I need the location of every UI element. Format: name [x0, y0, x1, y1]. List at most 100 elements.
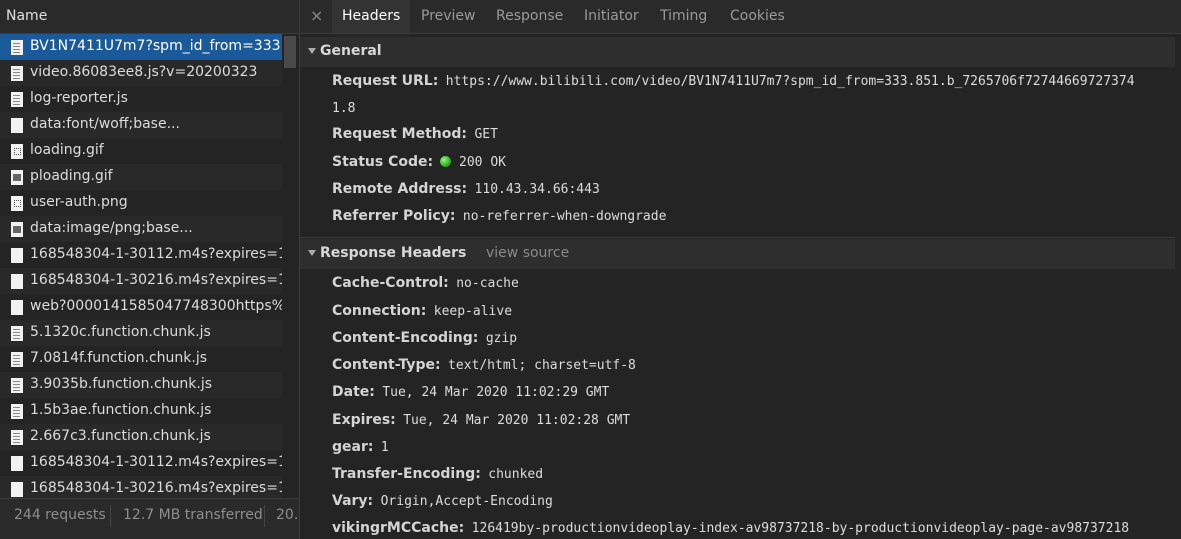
request-name: 168548304-1-30112.m4s?expires=15... [30, 454, 282, 470]
request-name: log-reporter.js [30, 90, 128, 106]
request-name: user-auth.png [30, 194, 128, 210]
remote-address-row: Remote Address: 110.43.34.66:443 [332, 181, 600, 197]
request-row[interactable]: data:font/woff;base... [0, 112, 282, 138]
header-value: 110.43.34.66:443 [474, 182, 600, 197]
status-code-row: Status Code: 200 OK [332, 154, 506, 170]
header-key: vikingrMCCache: [332, 520, 465, 536]
header-key: Transfer-Encoding: [332, 466, 481, 482]
header-key: Connection: [332, 303, 427, 319]
name-column-header[interactable]: Name [0, 0, 299, 34]
request-list-panel: Name BV1N7411U7m7?spm_id_from=333.8... v… [0, 0, 300, 539]
header-value: Origin,Accept-Encoding [380, 494, 553, 509]
document-icon [11, 40, 23, 55]
request-name: ploading.gif [30, 168, 113, 184]
header-value: text/html; charset=utf-8 [448, 358, 636, 373]
resources-size-truncated: 20. [276, 507, 299, 523]
tab-headers[interactable]: Headers [332, 0, 411, 33]
general-section-title: General [320, 43, 382, 59]
request-row[interactable]: 3.9035b.function.chunk.js [0, 372, 282, 398]
request-row[interactable]: 7.0814f.function.chunk.js [0, 346, 282, 372]
triangle-down-icon [308, 250, 316, 256]
file-icon [11, 274, 23, 289]
header-value: gzip [485, 331, 518, 346]
tab-initiator[interactable]: Initiator [574, 0, 649, 33]
section-divider [300, 237, 1175, 238]
tab-cookies[interactable]: Cookies [720, 0, 795, 33]
request-name: 1.5b3ae.function.chunk.js [30, 402, 212, 418]
response-header-row: Expires: Tue, 24 Mar 2020 11:02:28 GMT [332, 412, 630, 428]
header-value: GET [474, 127, 498, 142]
document-icon [11, 66, 23, 81]
gif-icon [11, 144, 23, 159]
header-value: https://www.bilibili.com/video/BV1N7411U… [445, 74, 1135, 89]
view-source-link[interactable]: view source [486, 245, 569, 261]
status-ok-icon [439, 156, 451, 167]
request-name: loading.gif [30, 142, 104, 158]
request-row[interactable]: 168548304-1-30112.m4s?expires=15... [0, 450, 282, 476]
header-key: Status Code: [332, 154, 434, 170]
header-key: Date: [332, 384, 375, 400]
close-icon[interactable]: × [310, 6, 323, 25]
document-icon [11, 352, 23, 367]
request-url-row: Request URL: https://www.bilibili.com/vi… [332, 73, 1135, 89]
header-key: gear: [332, 439, 374, 455]
response-header-row: Date: Tue, 24 Mar 2020 11:02:29 GMT [332, 384, 609, 400]
response-header-row: Content-Type: text/html; charset=utf-8 [332, 357, 636, 373]
response-header-row: gear: 1 [332, 439, 389, 455]
request-name: video.86083ee8.js?v=20200323 [30, 64, 258, 80]
request-row[interactable]: log-reporter.js [0, 86, 282, 112]
file-icon [11, 118, 23, 133]
response-header-row: Connection: keep-alive [332, 303, 512, 319]
header-value: 1 [380, 440, 389, 455]
header-value: keep-alive [433, 304, 513, 319]
request-method-row: Request Method: GET [332, 126, 498, 142]
status-divider [110, 505, 111, 527]
header-key: Request URL: [332, 73, 439, 89]
scrollbar-thumb[interactable] [284, 36, 296, 68]
request-row[interactable]: 1.5b3ae.function.chunk.js [0, 398, 282, 424]
request-name: 3.9035b.function.chunk.js [30, 376, 213, 392]
header-value: no-referrer-when-downgrade [462, 209, 667, 224]
gif-icon [11, 196, 23, 211]
details-tab-bar: × Headers Preview Response Initiator Tim… [300, 0, 1181, 34]
request-name: 168548304-1-30216.m4s?expires=15... [30, 480, 282, 496]
tab-timing[interactable]: Timing [650, 0, 717, 33]
response-header-row: Content-Encoding: gzip [332, 330, 517, 346]
file-icon [11, 482, 23, 497]
request-name: 168548304-1-30112.m4s?expires=15... [30, 246, 282, 262]
request-row[interactable]: loading.gif [0, 138, 282, 164]
request-details-panel: × Headers Preview Response Initiator Tim… [300, 0, 1181, 539]
details-scrollbar[interactable] [1175, 34, 1181, 539]
tab-preview[interactable]: Preview [411, 0, 486, 33]
general-section-header[interactable]: General [300, 37, 1175, 67]
request-row[interactable]: user-auth.png [0, 190, 282, 216]
request-row[interactable]: 2.667c3.function.chunk.js [0, 424, 282, 450]
header-value: Tue, 24 Mar 2020 11:02:29 GMT [382, 385, 610, 400]
request-row[interactable]: 168548304-1-30216.m4s?expires=15... [0, 268, 282, 294]
document-icon [11, 326, 23, 341]
request-list: BV1N7411U7m7?spm_id_from=333.8... video.… [0, 34, 282, 498]
request-row[interactable]: BV1N7411U7m7?spm_id_from=333.8... [0, 34, 282, 60]
transferred-size: 12.7 MB transferred [123, 507, 263, 523]
response-headers-section-header[interactable]: Response Headers view source [300, 239, 1175, 269]
request-row[interactable]: ploading.gif [0, 164, 282, 190]
request-row[interactable]: 168548304-1-30216.m4s?expires=15... [0, 476, 282, 498]
tab-response[interactable]: Response [486, 0, 573, 33]
image-icon [11, 222, 23, 237]
header-value: 1.8 [332, 101, 356, 116]
request-row[interactable]: data:image/png;base... [0, 216, 282, 242]
request-name: BV1N7411U7m7?spm_id_from=333.8... [30, 38, 282, 54]
header-key: Cache-Control: [332, 275, 449, 291]
referrer-policy-row: Referrer Policy: no-referrer-when-downgr… [332, 208, 666, 224]
request-row[interactable]: 168548304-1-30112.m4s?expires=15... [0, 242, 282, 268]
header-key: Remote Address: [332, 181, 468, 197]
request-name: data:font/woff;base... [30, 116, 180, 132]
request-row[interactable]: 5.1320c.function.chunk.js [0, 320, 282, 346]
request-row[interactable]: web?00001415850477483​00https%3... [0, 294, 282, 320]
image-icon [11, 170, 23, 185]
document-icon [11, 404, 23, 419]
request-list-scrollbar[interactable] [282, 34, 298, 498]
header-key: Expires: [332, 412, 396, 428]
request-row[interactable]: video.86083ee8.js?v=20200323 [0, 60, 282, 86]
response-header-row: Cache-Control: no-cache [332, 275, 519, 291]
